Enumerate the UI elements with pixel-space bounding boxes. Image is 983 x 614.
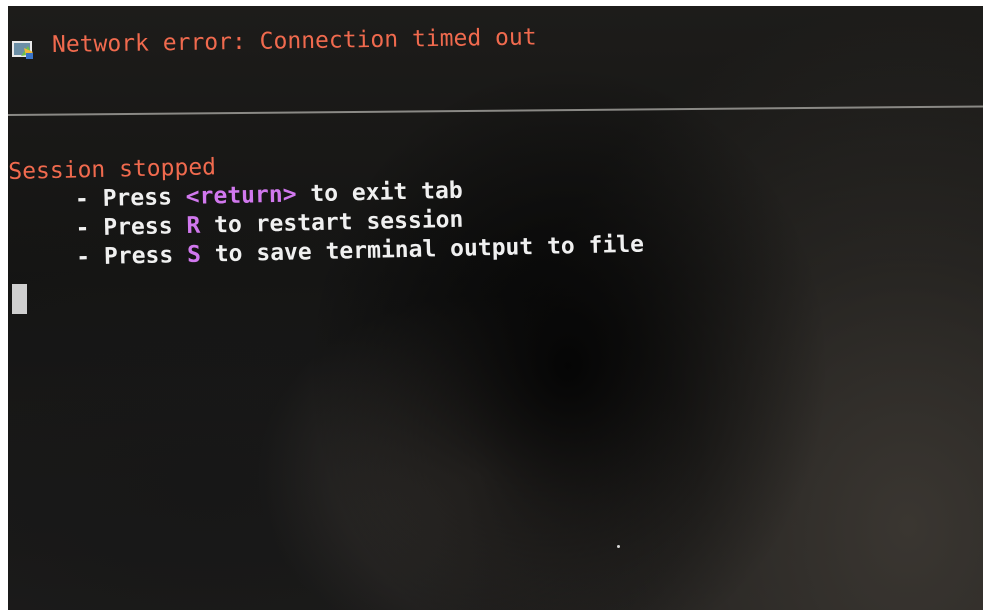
instruction-press: Press: [102, 184, 173, 212]
instruction-action: to exit tab: [310, 177, 463, 208]
title-divider: [8, 105, 983, 116]
terminal-cursor[interactable]: [12, 284, 27, 314]
terminal-window: Network error: Connection timed out Sess…: [8, 6, 983, 610]
tab-title: Network error: Connection timed out: [51, 24, 537, 58]
key-r: R: [186, 212, 201, 239]
instruction-dash: -: [75, 244, 91, 271]
instruction-dash: -: [75, 215, 90, 242]
terminal-output[interactable]: Session stopped - Press <return> to exit…: [8, 136, 983, 274]
instruction-press: Press: [103, 213, 173, 241]
instruction-dash: -: [74, 186, 90, 213]
key-s: S: [186, 241, 202, 268]
screen-speck: [617, 545, 620, 548]
terminal-app-icon: [12, 40, 34, 60]
tab-title-bar: Network error: Connection timed out: [8, 6, 983, 98]
instruction-press: Press: [103, 242, 174, 270]
instruction-action: to restart session: [213, 206, 464, 239]
key-return: <return>: [185, 181, 297, 210]
